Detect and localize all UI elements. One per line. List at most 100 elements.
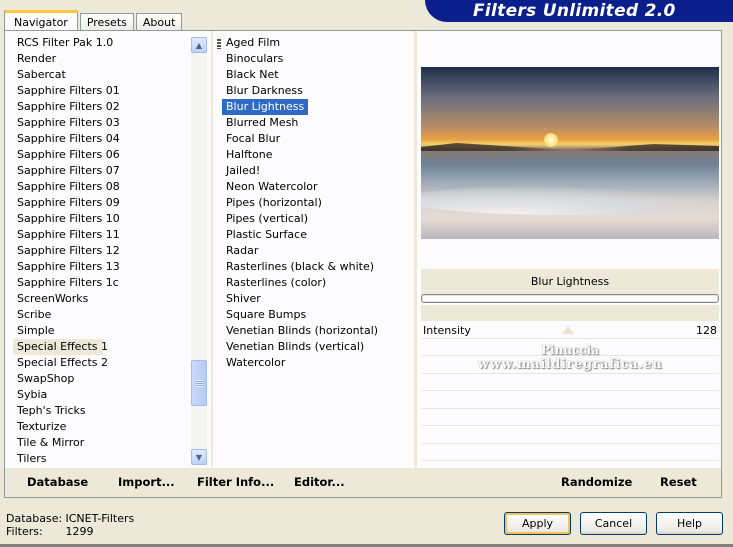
filter-row: Focal Blur [222,131,412,147]
tab-strip: Navigator Presets About [4,9,184,32]
watermark: Pinuccia www.maildiregrafica.eu [421,343,719,373]
reset-button[interactable]: Reset [660,475,697,489]
database-button[interactable]: Database [27,475,88,489]
category-item[interactable]: SwapShop [13,371,193,387]
right-button-bar: Randomize Reset [417,468,721,497]
list-gripper-icon [217,39,221,49]
category-item[interactable]: Scribe [13,307,193,323]
category-item[interactable]: ScreenWorks [13,291,193,307]
scroll-up-button[interactable]: ▲ [191,37,207,53]
filter-row: Radar [222,243,412,259]
category-item[interactable]: Tile & Mirror [13,435,193,451]
filter-item[interactable]: Shiver [222,291,261,307]
category-item[interactable]: Sapphire Filters 06 [13,147,193,163]
filter-item[interactable]: Venetian Blinds (horizontal) [222,323,378,339]
filter-item[interactable]: Venetian Blinds (vertical) [222,339,364,355]
filter-info-button[interactable]: Filter Info... [197,475,274,489]
category-item[interactable]: Teph's Tricks [13,403,193,419]
category-item[interactable]: Sapphire Filters 07 [13,163,193,179]
category-list[interactable]: RCS Filter Pak 1.0 Render Sabercat Sapphire… [13,35,193,467]
parameter-row [421,409,719,426]
category-item[interactable]: Tilers [13,451,193,467]
category-item[interactable]: Sabercat [13,67,193,83]
filter-item[interactable]: Blurred Mesh [222,115,298,131]
category-item[interactable]: Sapphire Filters 12 [13,243,193,259]
preview-image [421,67,719,239]
filter-item[interactable]: Binoculars [222,51,283,67]
filter-item[interactable]: Rasterlines (color) [222,275,326,291]
chevron-down-icon: ▼ [195,452,203,462]
category-item[interactable]: Sapphire Filters 1c [13,275,193,291]
app-title-banner: Filters Unlimited 2.0 [425,0,733,22]
category-item[interactable]: Sapphire Filters 11 [13,227,193,243]
filter-name-label: Blur Lightness [530,275,610,288]
filter-row: Pipes (vertical) [222,211,412,227]
scroll-thumb[interactable] [191,360,207,406]
category-item[interactable]: Sapphire Filters 08 [13,179,193,195]
slider-thumb-icon[interactable] [562,326,574,334]
category-item[interactable]: Sapphire Filters 02 [13,99,193,115]
filter-row: Binoculars [222,51,412,67]
filter-item[interactable]: Blur Darkness [222,83,303,99]
filter-row: Rasterlines (black & white) [222,259,412,275]
parameter-label: Intensity [423,324,471,337]
category-item[interactable]: Sybia [13,387,193,403]
scroll-down-button[interactable]: ▼ [191,449,207,465]
parameter-row [421,426,719,444]
tab-navigator[interactable]: Navigator [4,10,78,32]
tab-about[interactable]: About [135,13,183,31]
filter-item[interactable]: Neon Watercolor [222,179,318,195]
filter-row: Shiver [222,291,412,307]
category-item[interactable]: Render [13,51,193,67]
filter-item[interactable]: Pipes (horizontal) [222,195,322,211]
randomize-button[interactable]: Randomize [561,475,632,489]
cancel-button[interactable]: Cancel [580,512,647,535]
filter-row: Plastic Surface [222,227,412,243]
filter-item[interactable]: Rasterlines (black & white) [222,259,374,275]
filter-item[interactable]: Black Net [222,67,279,83]
editor-button[interactable]: Editor... [294,475,345,489]
category-item[interactable]: Sapphire Filters 03 [13,115,193,131]
filter-row: Jailed! [222,163,412,179]
panel-divider [414,31,417,497]
filter-item[interactable]: Blur Lightness [222,99,309,115]
category-item[interactable]: Texturize [13,419,193,435]
filter-item[interactable]: Radar [222,243,258,259]
filter-row: Halftone [222,147,412,163]
slider-header [421,305,719,321]
parameter-row [421,444,719,461]
category-item[interactable]: Sapphire Filters 01 [13,83,193,99]
help-button[interactable]: Help [656,512,723,535]
category-item[interactable]: Sapphire Filters 09 [13,195,193,211]
tab-presets[interactable]: Presets [79,13,134,31]
import-button[interactable]: Import... [118,475,175,489]
category-item[interactable]: Special Effects 1 [13,339,108,355]
category-item[interactable]: Sapphire Filters 13 [13,259,193,275]
filter-row: Square Bumps [222,307,412,323]
parameter-row-intensity[interactable]: Intensity 128 [421,321,719,339]
filter-item[interactable]: Focal Blur [222,131,280,147]
filter-item[interactable]: Halftone [222,147,273,163]
filter-row: Venetian Blinds (vertical) [222,339,412,355]
category-item[interactable]: RCS Filter Pak 1.0 [13,35,193,51]
filter-list[interactable]: Aged Film Binoculars Black Net Blur Darknes… [222,35,412,465]
filter-item[interactable]: Plastic Surface [222,227,307,243]
filter-item[interactable]: Watercolor [222,355,285,371]
parameter-row [421,391,719,409]
filter-item[interactable]: Square Bumps [222,307,306,323]
category-item[interactable]: Simple [13,323,193,339]
category-scrollbar[interactable]: ▲ ▼ [191,37,207,465]
category-item[interactable]: Sapphire Filters 04 [13,131,193,147]
filter-item[interactable]: Pipes (vertical) [222,211,308,227]
apply-button[interactable]: Apply [504,512,571,535]
filter-row: Black Net [222,67,412,83]
filter-item[interactable]: Aged Film [222,35,280,51]
filter-item[interactable]: Jailed! [222,163,260,179]
category-item[interactable]: Sapphire Filters 10 [13,211,193,227]
filter-row: Neon Watercolor [222,179,412,195]
filter-row: Venetian Blinds (horizontal) [222,323,412,339]
filters-count-label: Filters: [6,525,43,538]
preview-island [421,143,719,151]
category-item[interactable]: Special Effects 2 [13,355,193,371]
database-status-label: Database: [6,512,63,525]
